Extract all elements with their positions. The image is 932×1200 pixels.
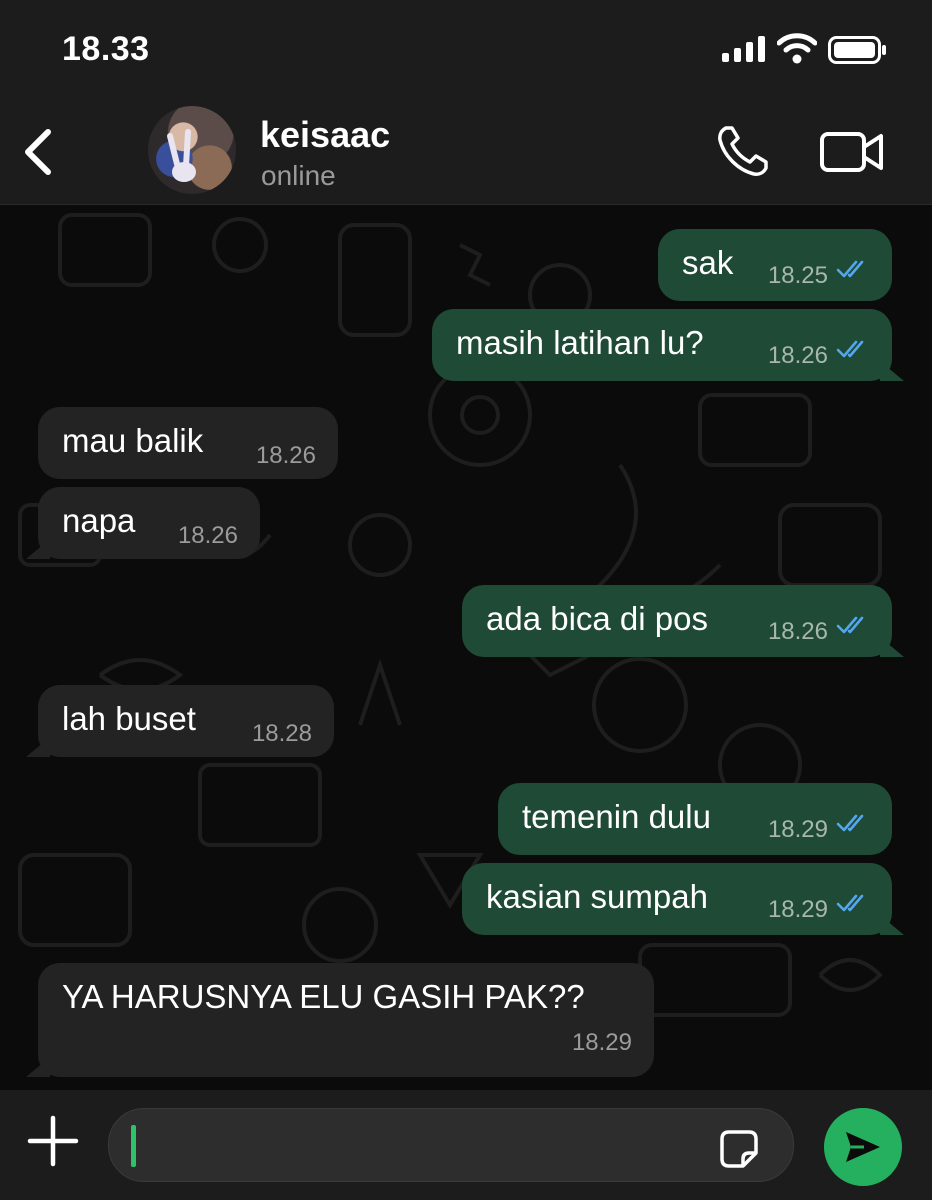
send-icon — [846, 1132, 880, 1162]
message-time: 18.26 — [767, 342, 828, 369]
message-text: kasian sumpah — [486, 878, 708, 915]
message-text: masih latihan lu? — [456, 324, 704, 361]
message-time: 18.26 — [767, 618, 828, 645]
status-time: 18.33 — [62, 30, 150, 68]
signal-icon — [722, 36, 765, 62]
composer-bar — [0, 1090, 932, 1200]
message-time: 18.28 — [251, 720, 312, 747]
message-text: ada bica di pos — [486, 600, 708, 637]
peace-hand-icon — [167, 129, 196, 182]
avatar[interactable] — [148, 106, 236, 194]
double-check-icon — [836, 616, 864, 634]
sticker-icon[interactable] — [719, 1129, 759, 1169]
battery-icon — [828, 36, 886, 64]
chat-messages[interactable]: sak 18.25 masih latihan lu? 18.26 mau balik 1… — [0, 205, 932, 1090]
video-camera-icon[interactable] — [820, 130, 884, 174]
incoming-message[interactable]: lah buset 18.28 — [38, 685, 334, 757]
double-check-icon — [836, 814, 864, 832]
message-time: 18.25 — [767, 262, 828, 289]
message-time: 18.26 — [255, 442, 316, 469]
send-button[interactable] — [824, 1108, 902, 1186]
outgoing-message[interactable]: ada bica di pos 18.26 — [462, 585, 892, 657]
message-text: YA HARUSNYA ELU GASIH PAK?? — [62, 978, 585, 1015]
message-text: napa — [62, 502, 136, 539]
outgoing-message[interactable]: sak 18.25 — [658, 229, 892, 301]
double-check-icon — [836, 894, 864, 912]
message-input[interactable] — [108, 1108, 794, 1182]
message-text: sak — [682, 244, 734, 281]
double-check-icon — [836, 340, 864, 358]
outgoing-message[interactable]: temenin dulu 18.29 — [498, 783, 892, 855]
incoming-message[interactable]: YA HARUSNYA ELU GASIH PAK?? 18.29 — [38, 963, 654, 1077]
message-text: mau balik — [62, 422, 204, 459]
text-cursor — [131, 1125, 136, 1167]
outgoing-message[interactable]: masih latihan lu? 18.26 — [432, 309, 892, 381]
wifi-icon — [777, 33, 817, 64]
message-text: temenin dulu — [522, 798, 711, 835]
message-time: 18.29 — [767, 816, 828, 843]
chat-header: keisaac online — [0, 100, 932, 205]
outgoing-message[interactable]: kasian sumpah 18.29 — [462, 863, 892, 935]
contact-name[interactable]: keisaac — [260, 114, 390, 156]
double-check-icon — [836, 260, 864, 278]
message-text: lah buset — [62, 700, 196, 737]
incoming-message[interactable]: napa 18.26 — [38, 487, 260, 559]
phone-icon[interactable] — [716, 124, 770, 178]
message-time: 18.26 — [177, 522, 238, 549]
status-bar: 18.33 — [0, 0, 932, 100]
message-time: 18.29 — [767, 896, 828, 923]
incoming-message[interactable]: mau balik 18.26 — [38, 407, 338, 479]
message-time: 18.29 — [571, 1029, 632, 1056]
plus-icon[interactable] — [26, 1114, 80, 1168]
contact-status: online — [261, 160, 336, 191]
chevron-left-icon[interactable] — [18, 124, 58, 180]
